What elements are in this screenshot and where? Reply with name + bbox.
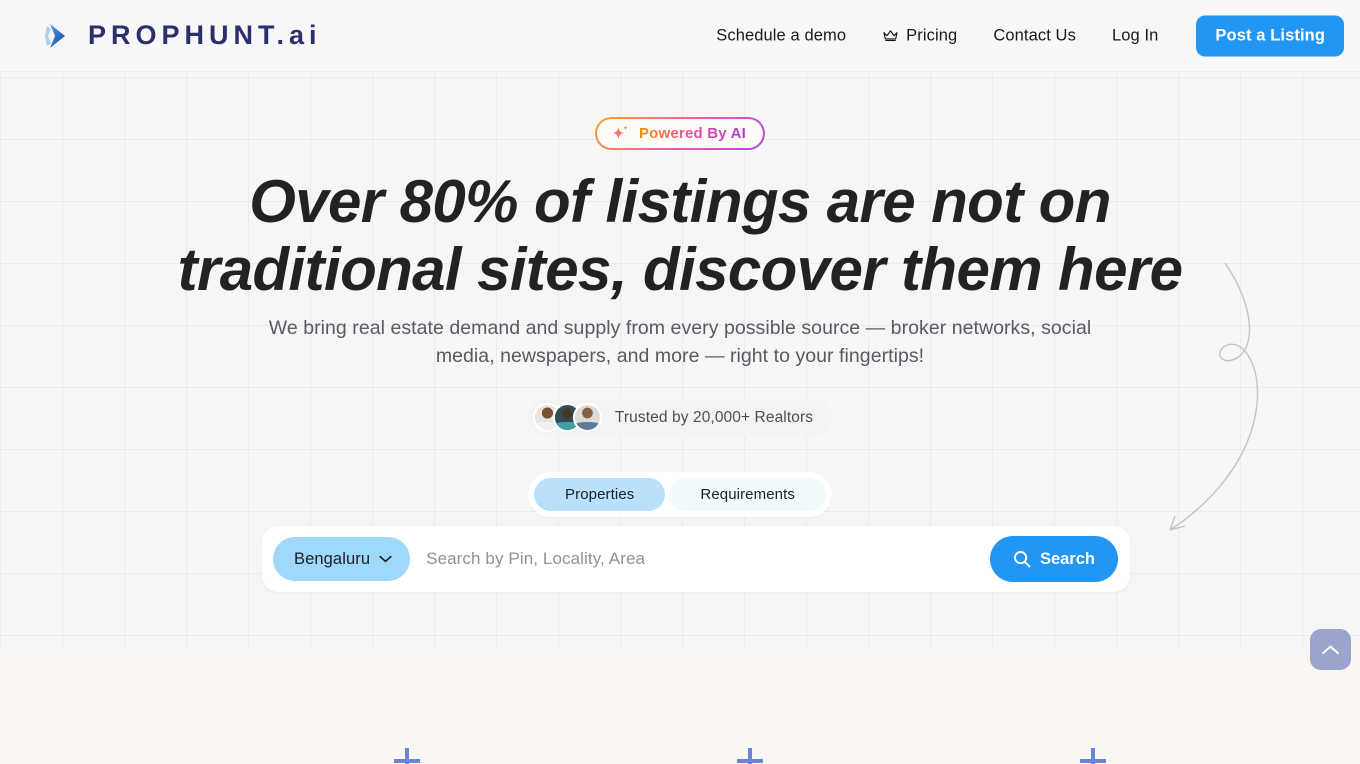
search-bar: Bengaluru Search [262,526,1130,592]
main-nav: Schedule a demo Pricing Contact Us Log I… [698,15,1352,56]
page-title: Over 80% of listings are not on traditio… [177,168,1183,303]
search-button[interactable]: Search [989,536,1118,582]
chevron-up-icon [1322,645,1339,654]
nav-label: Schedule a demo [716,26,847,44]
search-button-label: Search [1039,549,1095,568]
post-a-listing-button[interactable]: Post a Listing [1196,15,1344,56]
plus-marker [394,748,420,764]
chevron-down-icon [379,555,392,563]
chevron-right-logo-icon [45,23,65,48]
lower-band [0,648,1360,764]
site-header: PROPHUNT.ai Schedule a demo Pricing Cont… [0,0,1360,72]
plus-marker [1080,748,1106,764]
brand-logo[interactable]: PROPHUNT.ai [44,20,322,52]
nav-label: Pricing [906,26,958,44]
search-input[interactable] [410,549,990,569]
plus-marker [737,748,763,764]
tab-requirements[interactable]: Requirements [669,478,826,511]
hero-subtitle: We bring real estate demand and supply f… [268,317,1092,367]
city-selector[interactable]: Bengaluru [273,537,411,581]
tab-properties[interactable]: Properties [534,478,666,511]
landing-page: PROPHUNT.ai Schedule a demo Pricing Cont… [0,0,1360,764]
trusted-by-badge: Trusted by 20,000+ Realtors [527,399,833,436]
scroll-to-top-button[interactable] [1310,629,1351,670]
nav-item-pricing[interactable]: Pricing [864,18,975,53]
search-type-tabs: Properties Requirements [528,472,832,517]
sparkle-icon [612,125,628,139]
nav-item-contact-us[interactable]: Contact Us [975,18,1094,53]
avatar-group [532,403,602,432]
search-icon [1014,551,1031,568]
nav-item-schedule-demo[interactable]: Schedule a demo [698,18,864,53]
powered-by-ai-label: Powered By AI [638,125,747,142]
nav-label: Log In [1111,26,1159,44]
trusted-by-label: Trusted by 20,000+ Realtors [614,408,814,426]
crown-icon [883,30,898,42]
avatar [572,403,602,432]
powered-by-ai-badge: Powered By AI [594,117,766,150]
city-selector-label: Bengaluru [294,549,371,568]
nav-label: Contact Us [993,26,1076,44]
brand-name: PROPHUNT.ai [88,20,322,50]
nav-item-log-in[interactable]: Log In [1094,18,1176,53]
